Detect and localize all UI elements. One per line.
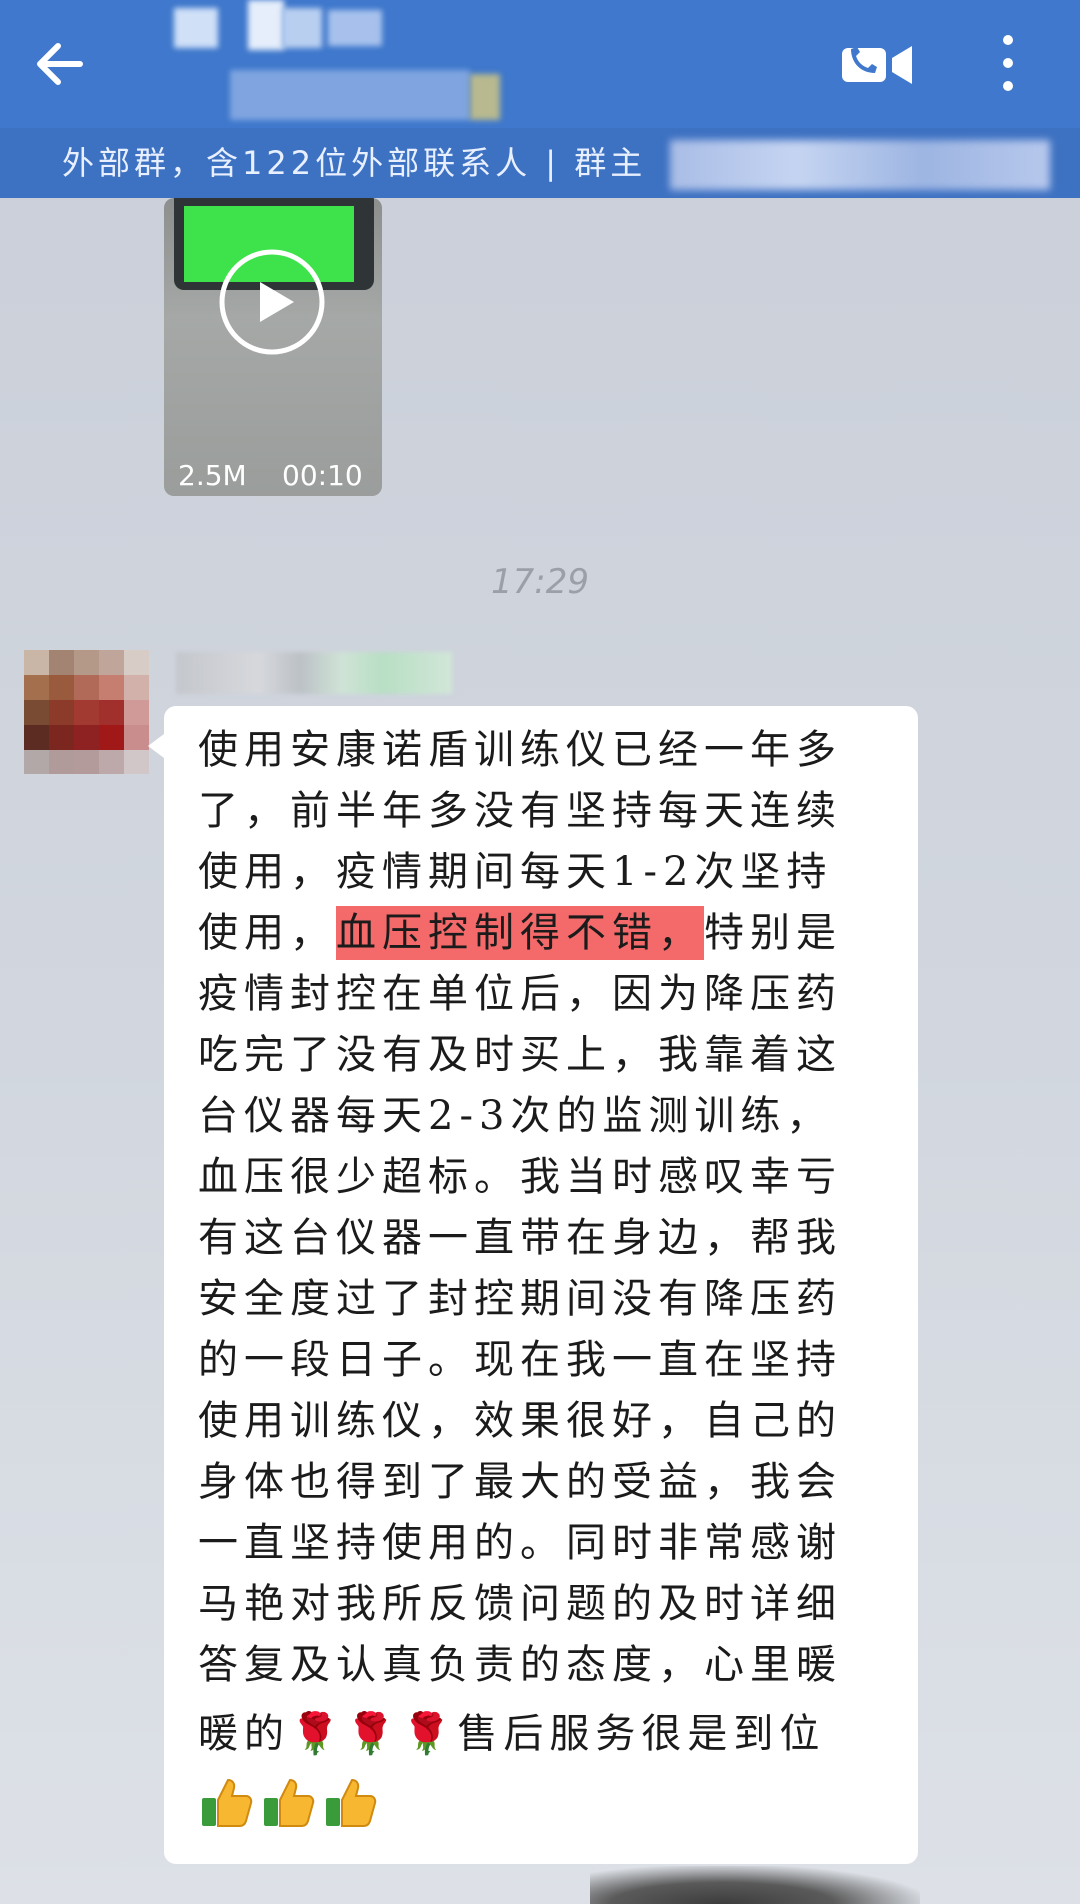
- message-line: 使用，疫情期间每天1-2次坚持: [198, 849, 833, 895]
- message-line: 使用训练仪，效果很好，自己的: [198, 1398, 842, 1444]
- top-app-bar: [0, 0, 1080, 128]
- message-line: 答复及认真负责的态度，心里暖: [198, 1642, 842, 1688]
- rose-emoji: 🌹🌹🌹: [290, 1711, 458, 1757]
- line-text: 使用，: [198, 910, 336, 956]
- arrow-left-icon[interactable]: [24, 28, 96, 100]
- thumbs-up-row: [198, 1769, 888, 1830]
- more-vertical-icon[interactable]: [984, 30, 1032, 96]
- message-timestamp: 17:29: [491, 562, 589, 602]
- sender-name: [176, 652, 452, 694]
- message-line: 有这台仪器一直带在身边，帮我: [198, 1215, 842, 1261]
- message-line: 吃完了没有及时买上，我靠着这: [198, 1032, 842, 1078]
- thumbs-up-icon: [202, 1778, 253, 1827]
- video-call-icon[interactable]: [840, 34, 916, 96]
- video-size: 2.5M: [178, 459, 247, 492]
- avatar[interactable]: [24, 650, 150, 774]
- message-line: 使用安康诺盾训练仪已经一年多: [198, 727, 842, 773]
- group-info-bar[interactable]: 外部群，含122位外部联系人 | 群主: [0, 128, 1080, 198]
- thumbs-up-icon: [264, 1778, 315, 1827]
- line-text: 特别是: [704, 910, 842, 956]
- cat-decoration: [590, 1866, 920, 1904]
- message-line: 身体也得到了最大的受益，我会: [198, 1459, 842, 1505]
- message-text: 使用安康诺盾训练仪已经一年多 了，前半年多没有坚持每天连续 使用，疫情期间每天1…: [198, 720, 888, 1830]
- play-icon[interactable]: [218, 248, 326, 356]
- message-line: 血压很少超标。我当时感叹幸亏: [198, 1154, 842, 1200]
- highlighted-text: 血压控制得不错，: [336, 906, 704, 960]
- message-line: 了，前半年多没有坚持每天连续: [198, 788, 842, 834]
- message-line: 暖的🌹🌹🌹售后服务很是到位: [198, 1704, 888, 1765]
- message-line: 使用，血压控制得不错，特别是: [198, 903, 888, 964]
- chat-title: [170, 0, 510, 128]
- message-line: 安全度过了封控期间没有降压药: [198, 1276, 842, 1322]
- line-text: 暖的: [198, 1711, 290, 1757]
- message-line: 的一段日子。现在我一直在坚持: [198, 1337, 842, 1383]
- message-line: 台仪器每天2-3次的监测训练，: [198, 1093, 833, 1139]
- message-line: 疫情封控在单位后，因为降压药: [198, 971, 842, 1017]
- message-line: 马艳对我所反馈问题的及时详细: [198, 1581, 842, 1627]
- message-line: 一直坚持使用的。同时非常感谢: [198, 1520, 842, 1566]
- thumbs-up-icon: [326, 1778, 377, 1827]
- message-bubble[interactable]: 使用安康诺盾训练仪已经一年多 了，前半年多没有坚持每天连续 使用，疫情期间每天1…: [148, 706, 918, 1864]
- line-text: 售后服务很是到位: [457, 1711, 826, 1757]
- video-message[interactable]: 2.5M 00:10: [164, 198, 382, 496]
- video-duration: 00:10: [282, 459, 363, 492]
- group-info-text: 外部群，含122位外部联系人 | 群主: [62, 144, 647, 182]
- owner-name: [670, 140, 1050, 190]
